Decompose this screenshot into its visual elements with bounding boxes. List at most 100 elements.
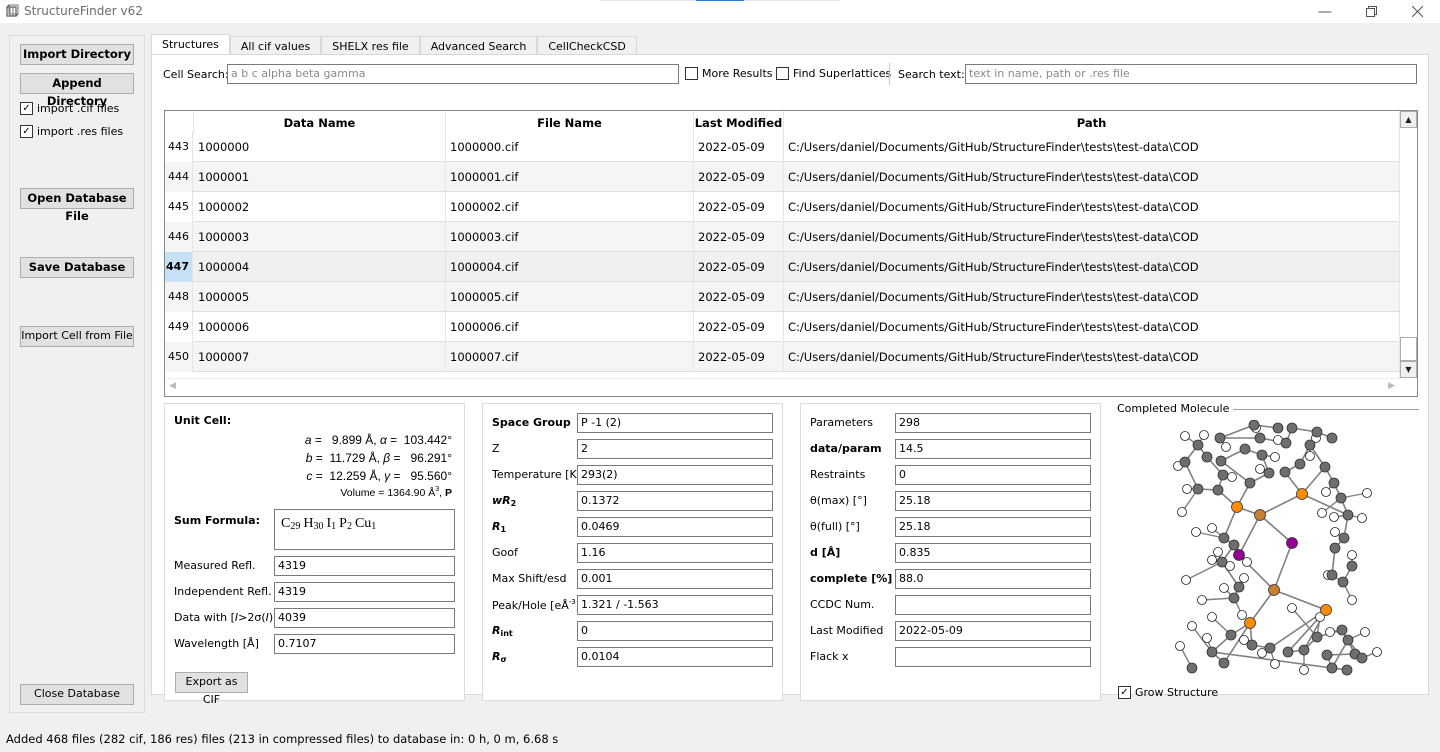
complete-field[interactable]: 88.0 [895,569,1091,589]
row-number: 445 [165,192,193,222]
d-field[interactable]: 0.835 [895,543,1091,563]
close-database-button[interactable]: Close Database [20,684,134,705]
cell-file-name: 1000002.cif [446,192,694,222]
tab-structures[interactable]: Structures [151,34,230,55]
wavelength-label: Wavelength [Å] [174,637,259,650]
import-directory-button[interactable]: Import Directory [20,44,134,65]
close-button[interactable] [1394,0,1440,23]
flack-x-field[interactable] [895,647,1091,667]
cell-data-name: 1000002 [194,192,446,222]
rint-label: Rint [492,624,513,638]
search-text-input[interactable]: text in name, path or .res file [965,64,1417,84]
grow-structure-checkbox[interactable]: ✓ Grow Structure [1118,686,1218,699]
atom-h [1357,513,1367,523]
atom-c [1341,664,1353,676]
checkbox-unchecked-icon [685,67,698,80]
atom-i [1233,549,1245,561]
atom-c [1206,646,1218,658]
last-modified-field[interactable]: 2022-05-09 [895,621,1091,641]
checkbox-checked-icon: ✓ [20,125,33,138]
scroll-down-button[interactable]: ▼ [1400,361,1417,378]
atom-h [1255,464,1265,474]
restraints-field[interactable]: 0 [895,465,1091,485]
wavelength-field[interactable]: 0.7107 [274,634,455,654]
cell-volume: Volume = 1364.90 Å3, P [340,486,452,499]
import-cif-checkbox[interactable]: ✓ import .cif files [20,102,119,115]
atom-c [1337,576,1349,588]
parameters-field[interactable]: 298 [895,413,1091,433]
import-cif-label: import .cif files [37,102,120,115]
table-row[interactable]: 449 1000006 1000006.cif 2022-05-09 C:/Users/… [165,312,1399,342]
atom-c [1338,532,1350,544]
scrollbar-thumb[interactable] [1400,337,1417,361]
z-field[interactable]: 2 [577,439,773,459]
atom-p [1320,604,1332,616]
table-row[interactable]: 446 1000003 1000003.cif 2022-05-09 C:/Users/… [165,222,1399,252]
atom-c [1214,432,1226,444]
atom-c [1244,477,1256,489]
save-database-button[interactable]: Save Database [20,257,134,278]
atom-p [1244,617,1256,629]
atom-c [1228,592,1240,604]
ccdc-num-field[interactable] [895,595,1091,615]
max-field[interactable]: 25.18 [895,491,1091,511]
arrow-right-icon[interactable]: ▶ [1388,381,1395,391]
export-cif-button[interactable]: Export as CIF [175,672,248,706]
data-param-field[interactable]: 14.5 [895,439,1091,459]
restore-button[interactable] [1348,0,1394,23]
temperature-k-field[interactable]: 293(2) [577,465,773,485]
append-directory-button[interactable]: Append Directory [20,73,134,108]
horizontal-scrollbar[interactable]: ◀ ▶ [165,378,1399,396]
max-shift-esd-field[interactable]: 0.001 [577,569,773,589]
atom-h [1227,472,1237,482]
atom-h [1330,527,1340,537]
r-field[interactable]: 0.0104 [577,647,773,667]
tab-shelx-res-file[interactable]: SHELX res file [321,36,420,55]
measured-refl-field[interactable]: 4319 [274,556,455,576]
goof-field[interactable]: 1.16 [577,543,773,563]
independent-refl-field[interactable]: 4319 [274,582,455,602]
wr2-field[interactable]: 0.1372 [577,491,773,511]
atom-h [1221,442,1231,452]
cell-data-name: 1000003 [194,222,446,252]
atom-cu [1254,509,1266,521]
tab-cellcheckcsd[interactable]: CellCheckCSD [537,36,637,55]
space-group-field[interactable]: P -1 (2) [577,413,773,433]
atom-c [1192,483,1204,495]
atom-c [1326,569,1338,581]
minimize-button[interactable]: — [1302,0,1348,23]
max-shift-esd-label: Max Shift/esd [492,572,567,585]
import-res-checkbox[interactable]: ✓ import .res files [20,125,123,138]
measured-refl-label: Measured Refl. [174,559,256,572]
tab-all-cif-values[interactable]: All cif values [229,36,322,55]
formula-element: I1 [326,516,337,532]
atom-c [1356,652,1368,664]
close-icon [1411,6,1423,17]
import-cell-button[interactable]: Import Cell from File [20,326,134,347]
rint-field[interactable]: 0 [577,621,773,641]
vertical-scrollbar[interactable]: ▲ ▼ [1399,111,1417,379]
more-results-checkbox[interactable]: More Results [685,67,773,80]
table-row[interactable]: 443 1000000 1000000.cif 2022-05-09 C:/Users/… [165,132,1399,162]
atom-c [1294,458,1306,470]
table-row[interactable]: 447 1000004 1000004.cif 2022-05-09 C:/Users/… [165,252,1399,282]
atom-h [1237,610,1247,620]
molecule-viewer[interactable] [1152,420,1382,678]
tab-advanced-search[interactable]: Advanced Search [419,36,538,55]
arrow-left-icon[interactable]: ◀ [169,381,176,391]
r1-field[interactable]: 0.0469 [577,517,773,537]
peak-hole-e-3-field[interactable]: 1.321 / -1.563 [577,595,773,615]
table-row[interactable]: 448 1000005 1000005.cif 2022-05-09 C:/Users/… [165,282,1399,312]
full-field[interactable]: 25.18 [895,517,1091,537]
scroll-up-button[interactable]: ▲ [1400,111,1417,128]
table-row[interactable]: 444 1000001 1000001.cif 2022-05-09 C:/Users/… [165,162,1399,192]
table-row[interactable]: 445 1000002 1000002.cif 2022-05-09 C:/Users/… [165,192,1399,222]
find-superlattices-checkbox[interactable]: Find Superlattices [776,67,891,80]
atom-c [1225,629,1237,641]
open-database-button[interactable]: Open Database File [20,188,134,223]
data-with-i-2-i-field[interactable]: 4039 [274,608,455,628]
cell-search-input[interactable]: a b c alpha beta gamma [227,64,679,84]
atom-h [1213,547,1223,557]
table-row[interactable]: 450 1000007 1000007.cif 2022-05-09 C:/Users/… [165,342,1399,372]
cell-path: C:/Users/daniel/Documents/GitHub/Structu… [788,260,1199,274]
